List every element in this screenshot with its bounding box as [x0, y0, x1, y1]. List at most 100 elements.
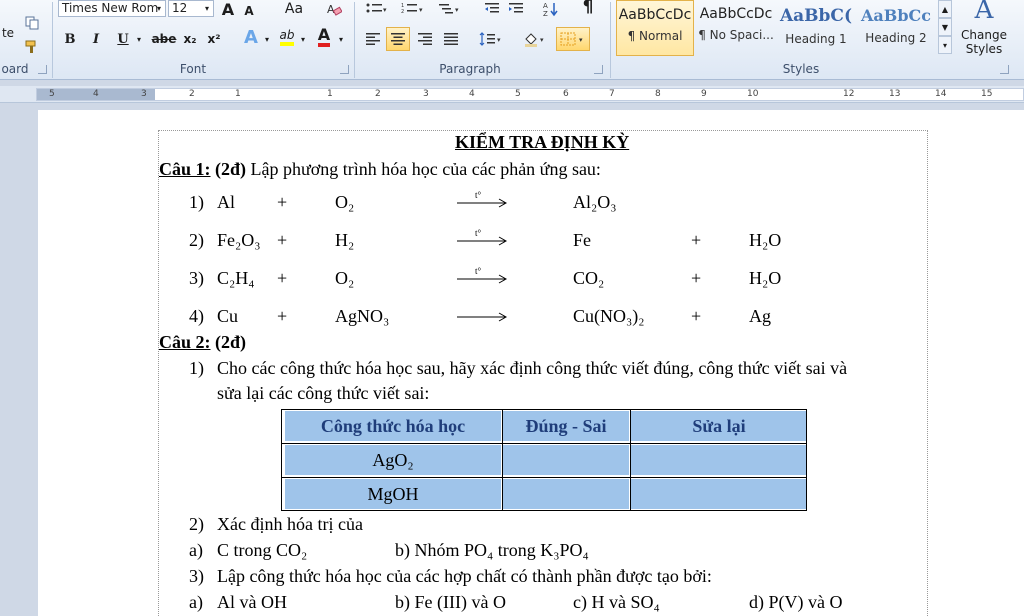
item-3-text: Lập công thức hóa học của các hợp chất c… — [217, 566, 712, 586]
reactant-2: AgNO₃ — [335, 306, 390, 326]
ruler-tick-label: 6 — [563, 89, 569, 99]
styles-scroll-up-icon[interactable]: ▲ — [938, 0, 952, 18]
align-center-icon[interactable] — [386, 27, 410, 51]
font-dialog-launcher[interactable] — [340, 65, 349, 74]
chevron-down-icon[interactable]: ▾ — [262, 28, 272, 50]
ruler-tick-label: 5 — [515, 89, 521, 99]
change-case-button[interactable]: Aa — [280, 0, 308, 20]
clear-formatting-icon[interactable]: A — [322, 0, 346, 20]
table-cell[interactable]: MgOH — [285, 479, 501, 509]
ribbon: te oard Times New Rom ▾ 12 ▾ A A Aa A B … — [0, 0, 1024, 80]
table-border — [281, 477, 807, 478]
table-border — [281, 409, 807, 410]
strikethrough-button[interactable]: abe — [150, 28, 178, 50]
reaction-arrow — [457, 303, 508, 325]
styles-dialog-launcher[interactable] — [1000, 65, 1009, 74]
style-no-spacing[interactable]: AaBbCcDc ¶ No Spaci... — [697, 0, 775, 56]
page[interactable]: KIỂM TRA ĐỊNH KỲ Câu 1: (2đ) Lập phương … — [38, 110, 1024, 616]
align-left-icon[interactable] — [362, 28, 384, 50]
reaction-number: 4) — [189, 306, 204, 326]
svg-text:▾: ▾ — [455, 6, 459, 14]
document-area[interactable]: KIỂM TRA ĐỊNH KỲ Câu 1: (2đ) Lập phương … — [0, 104, 1024, 616]
format-painter-icon[interactable] — [22, 36, 42, 58]
ruler-tick-label: 3 — [423, 89, 429, 99]
ruler-tick-label: 10 — [747, 89, 759, 99]
item-3-c: c) H và SO₄ — [573, 592, 660, 612]
style-heading-2[interactable]: AaBbCc Heading 2 — [857, 0, 935, 56]
subscript-button[interactable]: x₂ — [180, 28, 200, 50]
copy-icon[interactable] — [22, 12, 42, 34]
chevron-down-icon[interactable]: ▾ — [154, 0, 164, 17]
table-cell[interactable] — [631, 479, 807, 509]
question-2-points: (2đ) — [215, 332, 247, 352]
svg-text:▾: ▾ — [540, 36, 544, 44]
svg-text:▾: ▾ — [419, 6, 423, 14]
plus-sign: + — [691, 230, 702, 250]
align-right-icon[interactable] — [414, 28, 436, 50]
font-color-button[interactable]: A — [314, 26, 334, 48]
chevron-down-icon[interactable]: ▾ — [336, 28, 346, 50]
table-border — [281, 510, 807, 511]
font-group-label: Font — [179, 62, 207, 76]
underline-button[interactable]: U — [112, 28, 134, 50]
show-formatting-marks-icon[interactable]: ¶ — [578, 0, 598, 18]
multilevel-list-icon[interactable]: ▾ — [434, 0, 464, 20]
reaction-number: 1) — [189, 192, 204, 212]
chevron-down-icon[interactable]: ▾ — [134, 28, 144, 50]
item-1-line-2: sửa lại các công thức viết sai: — [217, 383, 430, 403]
shading-icon[interactable]: ▾ — [520, 28, 550, 50]
chevron-down-icon[interactable]: ▾ — [202, 0, 212, 17]
styles-more-icon[interactable]: ▾ — [938, 36, 952, 54]
table-cell[interactable]: AgO₂ — [285, 445, 501, 475]
table-border — [502, 409, 503, 511]
item-3-d: d) P(V) và O — [749, 592, 843, 612]
bullets-icon[interactable]: ▾ — [362, 0, 392, 20]
text-frame[interactable]: KIỂM TRA ĐỊNH KỲ Câu 1: (2đ) Lập phương … — [158, 130, 928, 616]
paste-button-fragment[interactable]: te — [0, 22, 16, 44]
item-3-a: Al và OH — [217, 592, 287, 612]
style-name: Heading 1 — [785, 32, 847, 46]
chevron-down-icon[interactable]: ▾ — [298, 28, 308, 50]
horizontal-ruler[interactable]: 5 4 3 2 1 1 2 3 4 5 6 7 8 9 10 12 13 14 15 — [0, 86, 1024, 103]
styles-scroll-down-icon[interactable]: ▼ — [938, 18, 952, 36]
style-name: ¶ No Spaci... — [698, 28, 774, 42]
line-spacing-icon[interactable]: ▾ — [476, 28, 506, 50]
table-header: Đúng - Sai — [503, 411, 629, 441]
change-styles-icon[interactable]: A — [962, 0, 1006, 25]
table-cell[interactable] — [503, 479, 629, 509]
table-cell[interactable] — [503, 445, 629, 475]
clipboard-dialog-launcher[interactable] — [38, 65, 47, 74]
svg-text:▾: ▾ — [383, 6, 387, 14]
decrease-indent-icon[interactable] — [482, 0, 502, 20]
sort-icon[interactable]: AZ — [540, 0, 562, 20]
heated-arrow: t° — [457, 189, 508, 211]
product-2: Ag — [749, 306, 771, 326]
numbering-icon[interactable]: 1 2 ▾ — [398, 0, 428, 20]
bold-button[interactable]: B — [60, 28, 80, 50]
heated-arrow: t° — [457, 265, 508, 287]
formula-table[interactable]: Công thức hóa học Đúng - Sai Sửa lại AgO… — [281, 409, 807, 511]
style-sample: AaBbC( — [779, 6, 853, 26]
justify-icon[interactable] — [440, 28, 462, 50]
font-name-combo[interactable]: Times New Rom — [58, 0, 166, 17]
document-title: KIỂM TRA ĐỊNH KỲ — [455, 132, 630, 152]
ruler-tick-label: 2 — [375, 89, 381, 99]
shrink-font-button[interactable]: A — [240, 0, 258, 22]
italic-button[interactable]: I — [86, 28, 106, 50]
style-sample: AaBbCcDc — [699, 6, 773, 22]
borders-icon[interactable]: ▾ — [556, 27, 590, 51]
highlight-button[interactable]: ab — [276, 26, 298, 48]
increase-indent-icon[interactable] — [506, 0, 526, 20]
text-effects-button[interactable]: A — [240, 26, 262, 48]
superscript-button[interactable]: x² — [204, 28, 224, 50]
table-border — [630, 409, 631, 511]
change-styles-button[interactable]: Change Styles — [956, 26, 1012, 58]
paragraph-dialog-launcher[interactable] — [594, 65, 603, 74]
question-2-head: Câu 2: — [159, 332, 211, 352]
table-cell[interactable] — [631, 445, 807, 475]
style-normal[interactable]: AaBbCcDc ¶ Normal — [616, 0, 694, 56]
ruler-tick-label: 8 — [655, 89, 661, 99]
grow-font-button[interactable]: A — [218, 0, 238, 20]
style-heading-1[interactable]: AaBbC( Heading 1 — [777, 0, 855, 56]
question-1-head: Câu 1: — [159, 159, 211, 179]
